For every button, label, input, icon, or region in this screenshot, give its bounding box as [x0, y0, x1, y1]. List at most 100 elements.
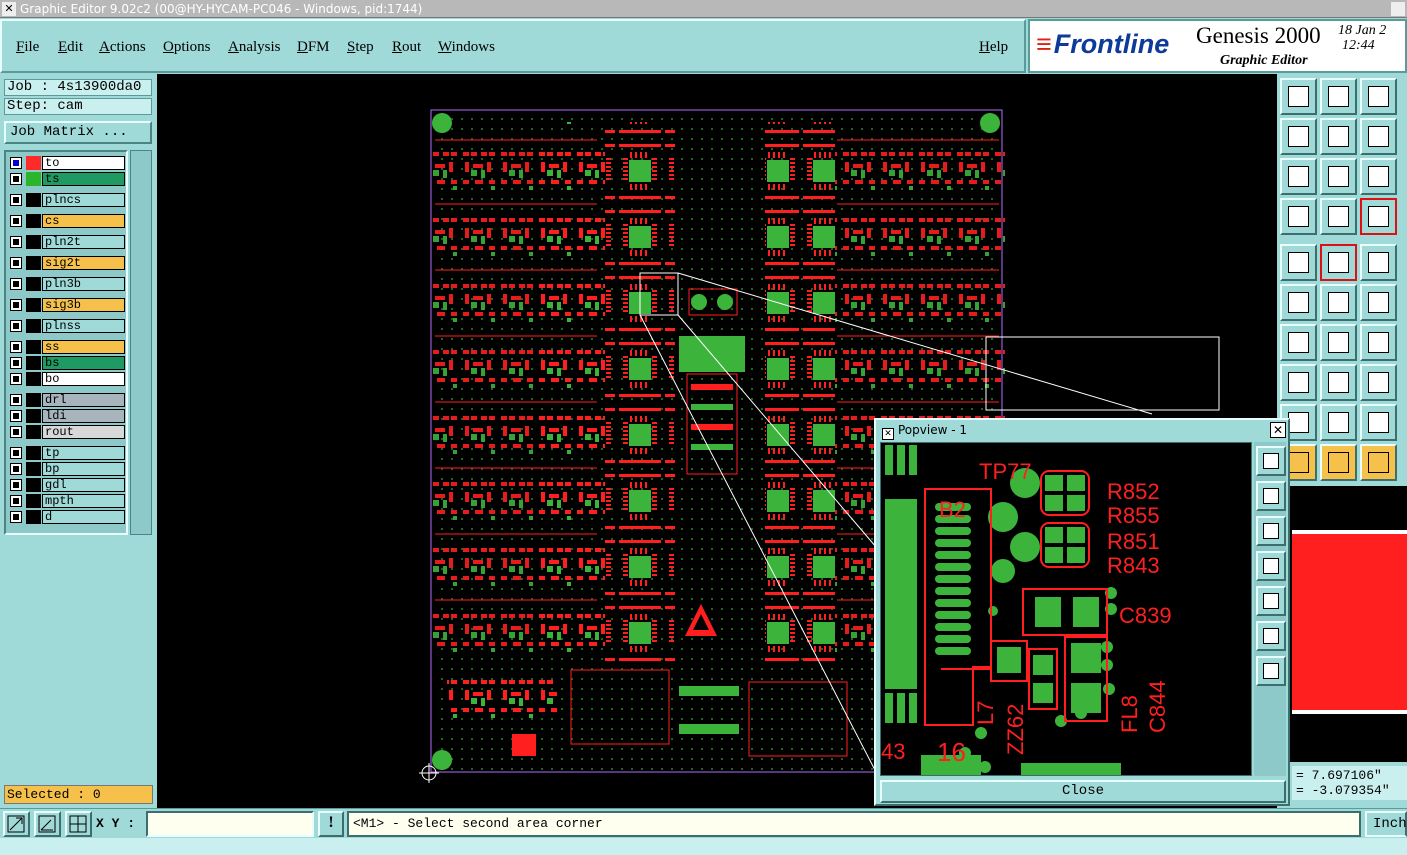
- job-matrix-button[interactable]: Job Matrix ...: [4, 121, 152, 144]
- layer-color-swatch[interactable]: [26, 510, 41, 524]
- layer-name[interactable]: gdl: [42, 478, 125, 492]
- menu-step[interactable]: Step: [347, 39, 374, 56]
- popview-right-button[interactable]: [1256, 586, 1286, 616]
- layer-checkbox[interactable]: [10, 463, 22, 475]
- menu-options[interactable]: Options: [163, 39, 211, 56]
- layer-checkbox[interactable]: [10, 426, 22, 438]
- ruler-button[interactable]: [1360, 244, 1397, 281]
- layer-checkbox[interactable]: [10, 257, 22, 269]
- layer-color-swatch[interactable]: [26, 256, 41, 270]
- popview-menu-icon[interactable]: ✕: [882, 428, 894, 440]
- layer-name[interactable]: to: [42, 156, 125, 170]
- layer-row-tp[interactable]: tp: [8, 446, 126, 460]
- layer-row-plnss[interactable]: plnss: [8, 319, 126, 333]
- layer-row-pln2t[interactable]: pln2t: [8, 235, 126, 249]
- move-left-button[interactable]: [1280, 118, 1317, 155]
- layer-name[interactable]: sig3b: [42, 298, 125, 312]
- layer-row-sig2t[interactable]: sig2t: [8, 256, 126, 270]
- select-button[interactable]: [1280, 244, 1317, 281]
- layer-name[interactable]: ts: [42, 172, 125, 186]
- minimize-button[interactable]: [1391, 2, 1405, 16]
- dimension-button[interactable]: [1360, 364, 1397, 401]
- layer-row-d[interactable]: d: [8, 510, 126, 524]
- pointer-alt-2-button[interactable]: [1360, 444, 1397, 481]
- layer-color-swatch[interactable]: [26, 156, 41, 170]
- layer-row-sig3b[interactable]: sig3b: [8, 298, 126, 312]
- xy-input[interactable]: [146, 811, 314, 837]
- layer-checkbox[interactable]: [10, 394, 22, 406]
- layer-checkbox[interactable]: [10, 357, 22, 369]
- layer-row-gdl[interactable]: gdl: [8, 478, 126, 492]
- popview-left-button[interactable]: [1256, 551, 1286, 581]
- layer-name[interactable]: tp: [42, 446, 125, 460]
- layer-name[interactable]: sig2t: [42, 256, 125, 270]
- layer-name[interactable]: mpth: [42, 494, 125, 508]
- cross-button[interactable]: [1320, 284, 1357, 321]
- net-view-button[interactable]: [1360, 198, 1397, 235]
- layer-color-swatch[interactable]: [26, 277, 41, 291]
- layer-row-ss[interactable]: ss: [8, 340, 126, 354]
- popview-fit-button[interactable]: [1256, 446, 1286, 476]
- measure-button[interactable]: [34, 811, 61, 837]
- layer-row-drl[interactable]: drl: [8, 393, 126, 407]
- layer-row-plncs[interactable]: plncs: [8, 193, 126, 207]
- layer-checkbox[interactable]: [10, 511, 22, 523]
- popview-zoom-in-button[interactable]: [1256, 621, 1286, 651]
- popview-canvas[interactable]: TP77 R852 R855 R851 R843 C839 FL8 C844 Z…: [880, 442, 1252, 776]
- menu-analysis[interactable]: Analysis: [228, 39, 281, 56]
- snap-button[interactable]: [1280, 198, 1317, 235]
- layer-row-mpth[interactable]: mpth: [8, 494, 126, 508]
- layer-name[interactable]: d: [42, 510, 125, 524]
- layer-row-pln3b[interactable]: pln3b: [8, 277, 126, 291]
- layer-color-swatch[interactable]: [26, 478, 41, 492]
- redo-button[interactable]: [1360, 118, 1397, 155]
- alert-icon[interactable]: !: [318, 811, 344, 837]
- layer-color-swatch[interactable]: [26, 393, 41, 407]
- layer-checkbox[interactable]: [10, 194, 22, 206]
- grid-button[interactable]: [1320, 198, 1357, 235]
- layer-checkbox[interactable]: [10, 495, 22, 507]
- menu-rout[interactable]: Rout: [392, 39, 421, 56]
- home-button[interactable]: [1360, 78, 1397, 115]
- layer-color-swatch[interactable]: [26, 409, 41, 423]
- menu-windows[interactable]: Windows: [438, 39, 495, 56]
- layer-name[interactable]: plncs: [42, 193, 125, 207]
- popview-down-button[interactable]: [1256, 516, 1286, 546]
- layer-checkbox[interactable]: [10, 215, 22, 227]
- popview-zoom-out-button[interactable]: [1256, 656, 1286, 686]
- slash-button[interactable]: [1320, 324, 1357, 361]
- layer-name[interactable]: pln2t: [42, 235, 125, 249]
- pointer-alt-button[interactable]: [1320, 444, 1357, 481]
- layer-color-swatch[interactable]: [26, 356, 41, 370]
- layer-row-to[interactable]: to: [8, 156, 126, 170]
- mirror-button[interactable]: [1320, 364, 1357, 401]
- layer-name[interactable]: ldi: [42, 409, 125, 423]
- menu-actions[interactable]: Actions: [99, 39, 146, 56]
- layer-color-swatch[interactable]: [26, 340, 41, 354]
- popview-window[interactable]: ✕ Popview - 1 ✕ TP77 R852 R855 R851 R843…: [874, 418, 1290, 806]
- layer-row-bp[interactable]: bp: [8, 462, 126, 476]
- layer-row-cs[interactable]: cs: [8, 214, 126, 228]
- layer-color-swatch[interactable]: [26, 446, 41, 460]
- layer-color-swatch[interactable]: [26, 235, 41, 249]
- layer-color-swatch[interactable]: [26, 214, 41, 228]
- layer-checkbox[interactable]: [10, 479, 22, 491]
- layer-name[interactable]: bp: [42, 462, 125, 476]
- layer-row-bo[interactable]: bo: [8, 372, 126, 386]
- layer-name[interactable]: rout: [42, 425, 125, 439]
- zoom-center-button[interactable]: [1320, 158, 1357, 195]
- add-line-button[interactable]: [1280, 324, 1317, 361]
- layer-color-swatch[interactable]: [26, 425, 41, 439]
- layer-checkbox[interactable]: [10, 236, 22, 248]
- draw-line-button[interactable]: [1320, 244, 1357, 281]
- layer-checkbox[interactable]: [10, 173, 22, 185]
- move-up-button[interactable]: [1280, 78, 1317, 115]
- menu-dfm[interactable]: DFM: [297, 39, 330, 56]
- layer-checkbox[interactable]: [10, 341, 22, 353]
- grid-button[interactable]: [65, 811, 92, 837]
- zoom-fit-button[interactable]: [3, 811, 30, 837]
- popview-zoom-view[interactable]: TP77 R852 R855 R851 R843 C839 FL8 C844 Z…: [881, 443, 1252, 776]
- layer-color-swatch[interactable]: [26, 193, 41, 207]
- layer-row-ts[interactable]: ts: [8, 172, 126, 186]
- connect-button[interactable]: [1280, 284, 1317, 321]
